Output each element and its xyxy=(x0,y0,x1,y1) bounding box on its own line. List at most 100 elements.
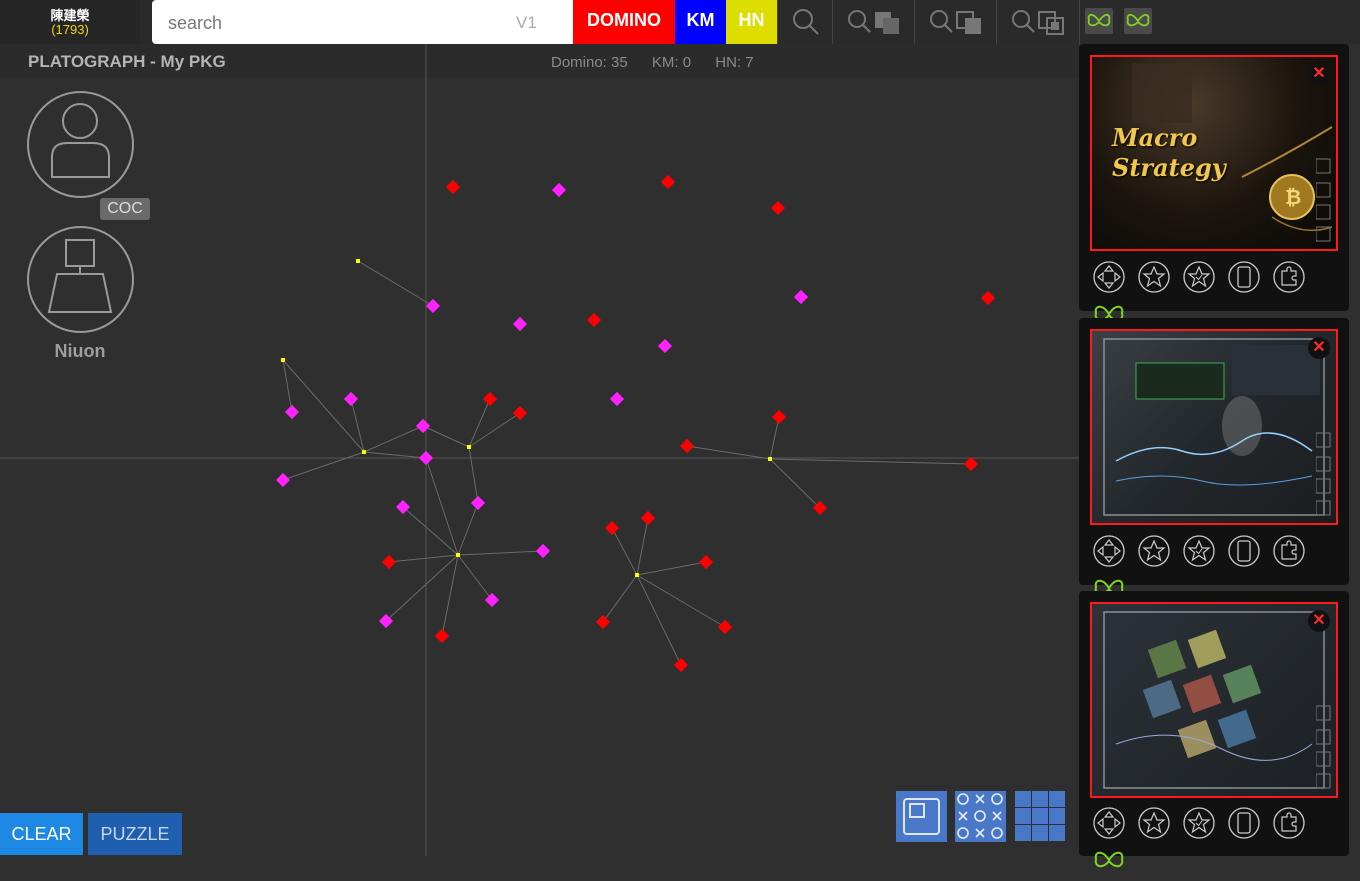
content-card-3[interactable]: ✕ xyxy=(1079,591,1349,868)
device-button[interactable] xyxy=(1228,535,1265,572)
puzzle-icon xyxy=(1273,261,1305,293)
favorite-check-button[interactable] xyxy=(1183,535,1220,572)
search-filled-tool-button[interactable] xyxy=(832,0,915,44)
search-layers-outline-icon xyxy=(930,10,981,34)
star-icon xyxy=(1138,261,1170,293)
favorite-button[interactable] xyxy=(1138,261,1175,298)
single-view-button[interactable] xyxy=(896,791,947,842)
km-node[interactable] xyxy=(275,472,291,488)
search-outline-tool-button[interactable] xyxy=(914,0,997,44)
graph-edge xyxy=(388,554,459,563)
km-node[interactable] xyxy=(284,404,300,420)
domino-node[interactable] xyxy=(660,174,676,190)
card-thumbnail[interactable]: ✕ xyxy=(1090,602,1338,798)
graph-edge xyxy=(282,359,293,413)
puzzle-piece-button[interactable] xyxy=(1273,261,1310,298)
svg-text:₿: ₿ xyxy=(1285,185,1301,209)
domino-node[interactable] xyxy=(963,456,979,472)
km-node[interactable] xyxy=(343,391,359,407)
close-card-button[interactable]: ✕ xyxy=(1308,610,1330,632)
domino-node[interactable] xyxy=(434,628,450,644)
graph-edge xyxy=(457,554,493,601)
km-node[interactable] xyxy=(793,289,809,305)
search-input[interactable] xyxy=(166,10,500,36)
domino-node[interactable] xyxy=(586,312,602,328)
device-avatar[interactable] xyxy=(27,226,134,333)
domino-node[interactable] xyxy=(381,554,397,570)
card-scroll-arrows[interactable] xyxy=(1315,704,1332,796)
tic-tac-toe-view-button[interactable] xyxy=(955,791,1006,842)
move-button[interactable] xyxy=(1093,261,1130,298)
km-filter-button[interactable]: KM xyxy=(675,0,726,44)
km-node[interactable] xyxy=(415,418,431,434)
device-button[interactable] xyxy=(1228,261,1265,298)
domino-node[interactable] xyxy=(771,409,787,425)
domino-filter-button[interactable]: DOMINO xyxy=(573,0,675,44)
hn-node[interactable] xyxy=(467,445,471,449)
hn-node[interactable] xyxy=(768,457,772,461)
domino-node[interactable] xyxy=(482,391,498,407)
puzzle-button[interactable]: PUZZLE xyxy=(88,813,182,855)
device-button[interactable] xyxy=(1228,807,1265,844)
domino-node[interactable] xyxy=(717,619,733,635)
hn-node[interactable] xyxy=(635,573,639,577)
user-box[interactable]: 陳建榮 (1793) xyxy=(0,0,140,44)
hn-node[interactable] xyxy=(362,450,366,454)
butterfly-button-1[interactable] xyxy=(1085,8,1113,34)
card-thumbnail[interactable]: ₿ Macro Strategy ✕ xyxy=(1090,55,1338,251)
graph-edge xyxy=(457,550,544,556)
favorite-check-button[interactable] xyxy=(1183,807,1220,844)
domino-node[interactable] xyxy=(698,554,714,570)
km-node[interactable] xyxy=(418,450,434,466)
butterfly-button-2[interactable] xyxy=(1124,8,1152,34)
coc-badge: COC xyxy=(100,198,150,220)
domino-node[interactable] xyxy=(595,614,611,630)
puzzle-piece-button[interactable] xyxy=(1273,535,1310,572)
card-scroll-arrows[interactable] xyxy=(1315,157,1332,249)
domino-node[interactable] xyxy=(604,520,620,536)
km-node[interactable] xyxy=(484,592,500,608)
km-node[interactable] xyxy=(425,298,441,314)
hn-filter-button[interactable]: HN xyxy=(726,0,777,44)
puzzle-piece-button[interactable] xyxy=(1273,807,1310,844)
card-thumbnail[interactable]: ✕ xyxy=(1090,329,1338,525)
close-card-button[interactable]: ✕ xyxy=(1308,63,1330,85)
km-node[interactable] xyxy=(609,391,625,407)
graph-edge xyxy=(769,458,972,465)
domino-node[interactable] xyxy=(512,405,528,421)
grid-view-button[interactable] xyxy=(1015,791,1066,842)
move-button[interactable] xyxy=(1093,535,1130,572)
km-node[interactable] xyxy=(657,338,673,354)
graph-edge xyxy=(769,416,780,460)
search-stack-tool-button[interactable] xyxy=(996,0,1080,44)
favorite-button[interactable] xyxy=(1138,535,1175,572)
domino-node[interactable] xyxy=(673,657,689,673)
search-tool-button[interactable] xyxy=(777,0,833,44)
km-node[interactable] xyxy=(535,543,551,559)
butterfly-icon xyxy=(1094,851,1124,868)
search-layers-filled-icon xyxy=(848,10,899,34)
version-label: V1 xyxy=(516,13,537,32)
favorite-check-button[interactable] xyxy=(1183,261,1220,298)
hn-node[interactable] xyxy=(356,259,360,263)
km-node[interactable] xyxy=(470,495,486,511)
domino-node[interactable] xyxy=(679,438,695,454)
move-button[interactable] xyxy=(1093,807,1130,844)
km-node[interactable] xyxy=(551,182,567,198)
card-scroll-arrows[interactable] xyxy=(1315,431,1332,523)
clear-button[interactable]: CLEAR xyxy=(0,813,83,855)
km-node[interactable] xyxy=(512,316,528,332)
domino-node[interactable] xyxy=(445,179,461,195)
domino-node[interactable] xyxy=(770,200,786,216)
hn-node[interactable] xyxy=(456,553,460,557)
domino-node[interactable] xyxy=(640,510,656,526)
close-card-button[interactable]: ✕ xyxy=(1308,337,1330,359)
domino-node[interactable] xyxy=(980,290,996,306)
butterfly-card-button[interactable] xyxy=(1093,844,1130,881)
favorite-button[interactable] xyxy=(1138,807,1175,844)
content-card-1[interactable]: ₿ Macro Strategy ✕ xyxy=(1079,44,1349,322)
avatar[interactable] xyxy=(27,91,134,198)
hn-node[interactable] xyxy=(281,358,285,362)
content-card-2[interactable]: ✕ xyxy=(1079,318,1349,596)
graph-canvas[interactable] xyxy=(0,44,1079,856)
